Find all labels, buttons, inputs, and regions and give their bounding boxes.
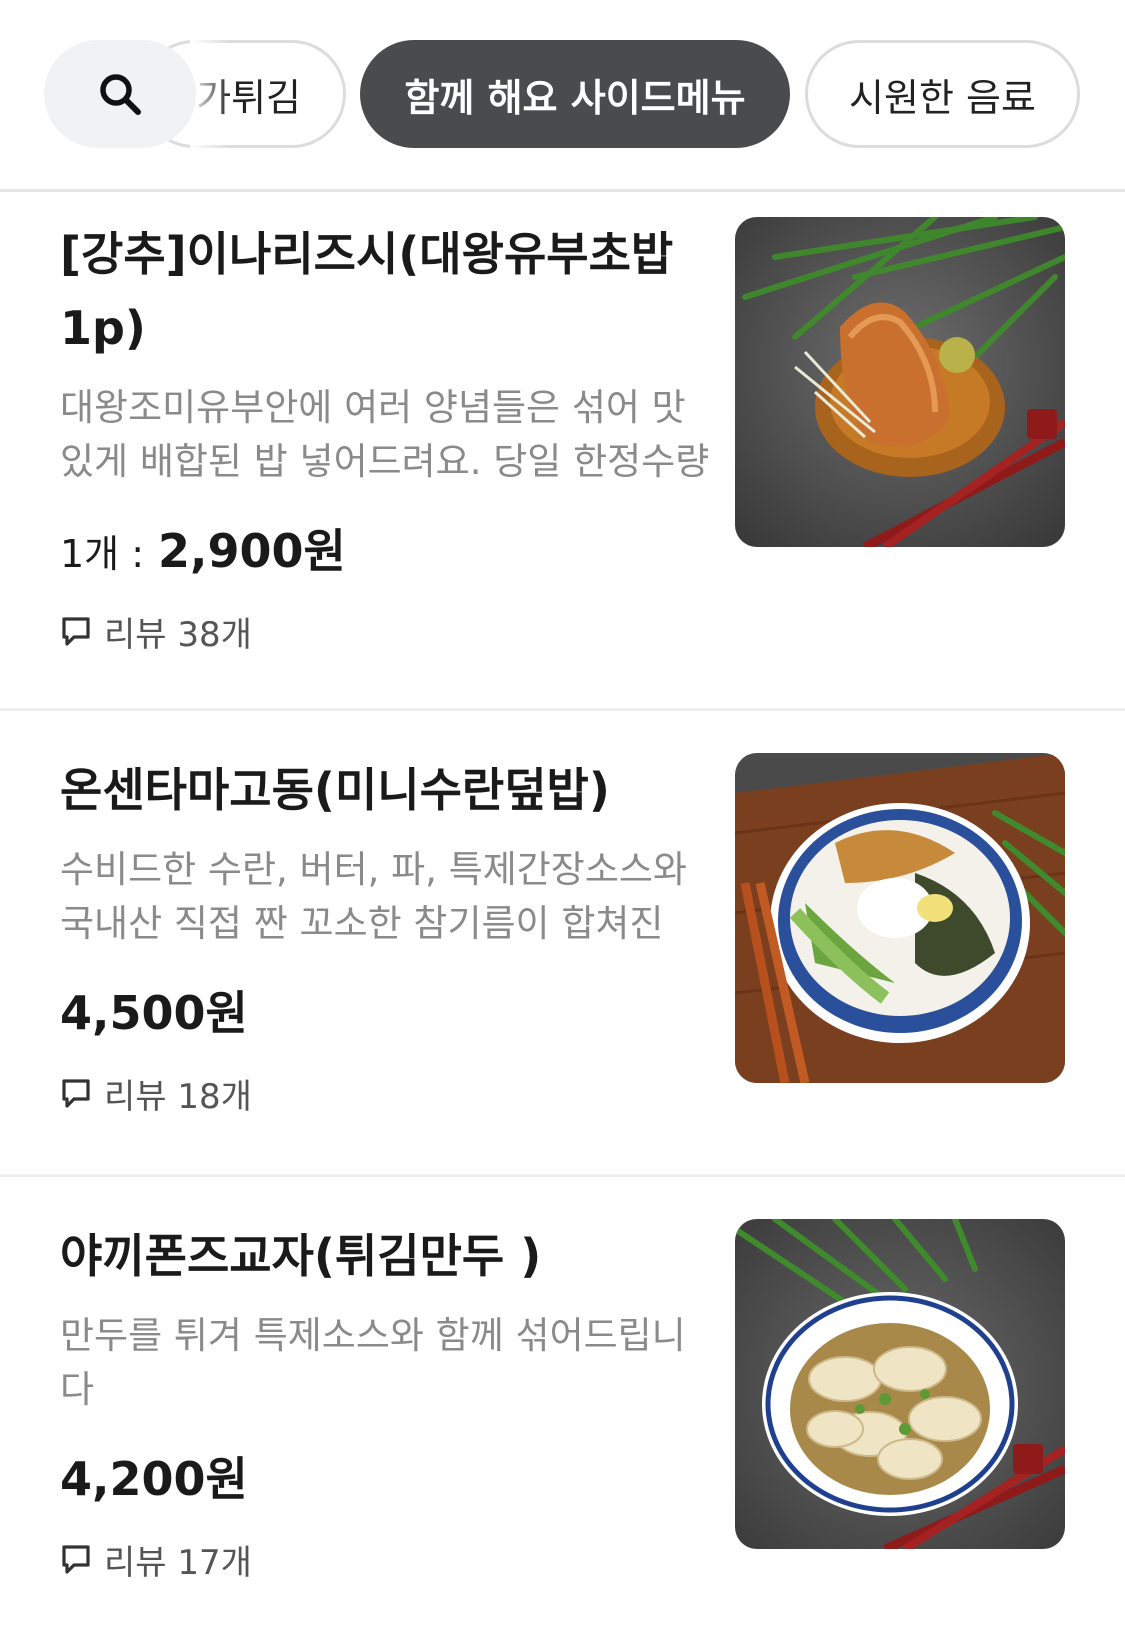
menu-item-review[interactable]: 리뷰 38개 bbox=[60, 607, 710, 656]
menu-item-review-count: 리뷰 18개 bbox=[104, 1077, 252, 1117]
menu-item[interactable]: 야끼폰즈교자(튀김만두 ) 만두를 튀겨 특제소스와 함께 섞어드립니다 4,2… bbox=[0, 1177, 1125, 1637]
menu-item[interactable]: [강추]이나리즈시(대왕유부초밥1p) 대왕조미유부안에 여러 양념들은 섞어 … bbox=[0, 195, 1125, 711]
menu-item-price: 4,200원 bbox=[60, 1452, 248, 1506]
category-bar: 가튀김 함께 해요 사이드메뉴 시원한 음료 bbox=[0, 0, 1125, 192]
menu-item-name: 온센타마고동(미니수란덮밥) bbox=[60, 763, 610, 817]
menu-item-description: 수비드한 수란, 버터, 파, 특제간장소스와 국내산 직접 짠 꼬소한 참기름… bbox=[60, 848, 687, 945]
speech-bubble-icon bbox=[62, 1078, 90, 1108]
menu-item-name: 야끼폰즈교자(튀김만두 ) bbox=[60, 1229, 542, 1283]
search-icon bbox=[100, 74, 141, 115]
menu-item-review[interactable]: 리뷰 17개 bbox=[60, 1535, 710, 1584]
search-fade bbox=[190, 40, 230, 148]
menu-item-price-row: 4,200원 bbox=[60, 1443, 710, 1509]
menu-item-review-count: 리뷰 17개 bbox=[104, 1543, 252, 1583]
menu-item-price: 2,900원 bbox=[158, 524, 346, 578]
category-chip-side-menu[interactable]: 함께 해요 사이드메뉴 bbox=[360, 40, 790, 148]
menu-item-price-row: 4,500원 bbox=[60, 977, 710, 1043]
inari-sushi-photo[interactable] bbox=[735, 217, 1065, 547]
menu-item-name: [강추]이나리즈시(대왕유부초밥1p) bbox=[60, 227, 674, 355]
menu-item-description: 만두를 튀겨 특제소스와 함께 섞어드립니다 bbox=[60, 1314, 686, 1411]
menu-item-text: [강추]이나리즈시(대왕유부초밥1p) 대왕조미유부안에 여러 양념들은 섞어 … bbox=[60, 217, 710, 656]
speech-bubble-icon bbox=[62, 616, 90, 646]
menu-item-text: 야끼폰즈교자(튀김만두 ) 만두를 튀겨 특제소스와 함께 섞어드립니다 4,2… bbox=[60, 1219, 710, 1584]
category-chip-label: 시원한 음료 bbox=[849, 75, 1036, 120]
search-button[interactable] bbox=[44, 40, 196, 148]
category-chip-label: 함께 해요 사이드메뉴 bbox=[404, 75, 746, 120]
menu-item[interactable]: 온센타마고동(미니수란덮밥) 수비드한 수란, 버터, 파, 특제간장소스와 국… bbox=[0, 711, 1125, 1177]
menu-item-price-row: 1개 : 2,900원 bbox=[60, 515, 710, 581]
onsen-tamago-don-photo[interactable] bbox=[735, 753, 1065, 1083]
menu-item-text: 온센타마고동(미니수란덮밥) 수비드한 수란, 버터, 파, 특제간장소스와 국… bbox=[60, 753, 710, 1118]
menu-item-review-count: 리뷰 38개 bbox=[104, 615, 252, 655]
menu-item-review[interactable]: 리뷰 18개 bbox=[60, 1069, 710, 1118]
category-chip-drinks[interactable]: 시원한 음료 bbox=[805, 40, 1080, 148]
yaki-ponzu-gyoza-photo[interactable] bbox=[735, 1219, 1065, 1549]
menu-item-description: 대왕조미유부안에 여러 양념들은 섞어 맛있게 배합된 밥 넣어드려요. 당일 … bbox=[60, 386, 710, 483]
speech-bubble-icon bbox=[62, 1544, 90, 1574]
menu-list: [강추]이나리즈시(대왕유부초밥1p) 대왕조미유부안에 여러 양념들은 섞어 … bbox=[0, 195, 1125, 1637]
menu-item-price: 4,500원 bbox=[60, 986, 248, 1040]
menu-item-price-prefix: 1개 : bbox=[60, 532, 145, 576]
